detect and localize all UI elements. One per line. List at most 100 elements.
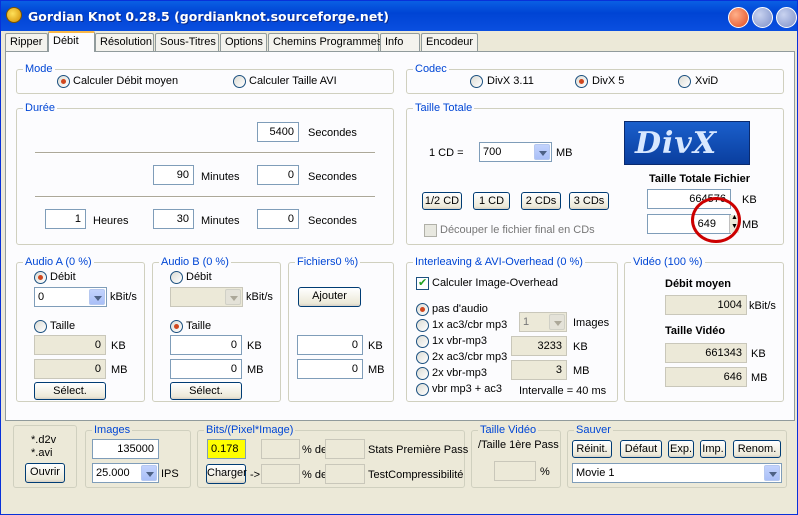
- two-vbr-mp3-radio[interactable]: [416, 367, 429, 380]
- chevron-down-icon[interactable]: [764, 465, 780, 481]
- audio-b-rate-select[interactable]: [170, 287, 243, 307]
- export-button[interactable]: Exp.: [668, 440, 694, 458]
- audio-b-select-button[interactable]: Sélect.: [170, 382, 242, 400]
- half-cd-button[interactable]: 1/2 CD: [422, 192, 462, 210]
- calc-overhead-checkbox[interactable]: [416, 276, 429, 290]
- two-vbr-mp3-label: 2x vbr-mp3: [432, 367, 488, 379]
- chevron-down-icon[interactable]: [89, 289, 105, 305]
- hours-seconds-input[interactable]: 0: [257, 209, 299, 229]
- audio-a-taille-label: Taille: [50, 320, 76, 332]
- audio-b-kb-input[interactable]: 0: [170, 335, 242, 355]
- maximize-button[interactable]: [752, 7, 773, 28]
- images-group: Images 135000 25.000 IPS: [85, 424, 191, 488]
- tab-resolution[interactable]: Résolution: [95, 33, 154, 51]
- tab-encodeur[interactable]: Encodeur: [421, 33, 478, 51]
- vbr-mp3-ac3-radio[interactable]: [416, 383, 429, 396]
- total-kb-label: KB: [742, 194, 757, 206]
- audio-a-kb-input[interactable]: 0: [34, 335, 106, 355]
- bpp-legend: Bits/(Pixel*Image): [204, 424, 296, 436]
- chevron-down-icon[interactable]: [549, 314, 565, 330]
- profile-value: Movie 1: [576, 467, 615, 479]
- fichiers-kb-input[interactable]: 0: [297, 335, 363, 355]
- charger-button[interactable]: Charger: [206, 464, 247, 484]
- pct-test-input[interactable]: [261, 464, 300, 484]
- hours-input[interactable]: 1: [45, 209, 86, 229]
- audio-a-debit-radio[interactable]: [34, 271, 47, 284]
- rename-button[interactable]: Renom.: [733, 440, 781, 458]
- vbr-mp3-radio[interactable]: [416, 335, 429, 348]
- one-cd-button[interactable]: 1 CD: [473, 192, 510, 210]
- codec-divx311-radio[interactable]: [470, 75, 483, 88]
- ac3-cbr-radio[interactable]: [416, 319, 429, 332]
- codec-xvid-radio[interactable]: [678, 75, 691, 88]
- bottom-bar: *.d2v *.avi Ouvrir Images 135000 25.000 …: [5, 423, 795, 511]
- total-seconds-input[interactable]: 5400: [257, 122, 299, 142]
- video-debit-title: Débit moyen: [665, 278, 732, 290]
- tab-ripper[interactable]: Ripper: [5, 33, 48, 51]
- chevron-down-icon[interactable]: [534, 144, 550, 160]
- hours-label: Heures: [93, 215, 129, 227]
- fichiers-mb-label: MB: [368, 364, 385, 376]
- overhead-mb-input[interactable]: 3: [511, 360, 567, 380]
- tab-options[interactable]: Options: [220, 33, 267, 51]
- tab-info[interactable]: Info: [380, 33, 420, 51]
- open-button[interactable]: Ouvrir: [25, 463, 65, 483]
- hours-minutes-input[interactable]: 30: [153, 209, 194, 229]
- three-cd-button[interactable]: 3 CDs: [569, 192, 609, 210]
- audio-b-mb-input[interactable]: 0: [170, 359, 242, 379]
- audio-b-debit-label: Débit: [186, 271, 212, 283]
- video-taille-title: Taille Vidéo: [665, 325, 726, 337]
- overhead-kb-input[interactable]: 3233: [511, 336, 567, 356]
- codec-legend: Codec: [413, 63, 449, 75]
- profile-select[interactable]: Movie 1: [572, 463, 782, 483]
- audio-a-taille-radio[interactable]: [34, 320, 47, 333]
- close-button[interactable]: [776, 7, 797, 28]
- cd-size-select[interactable]: 700: [479, 142, 552, 162]
- frames-input[interactable]: 135000: [92, 439, 159, 459]
- defaut-button[interactable]: Défaut: [620, 440, 662, 458]
- video-kb-input[interactable]: 661343: [665, 343, 747, 363]
- pct-first-input[interactable]: [261, 439, 300, 459]
- audio-a-mb-input[interactable]: 0: [34, 359, 106, 379]
- video-debit-input[interactable]: 1004: [665, 295, 747, 315]
- ac3-cbr-label: 1x ac3/cbr mp3: [432, 319, 508, 331]
- video-mb-input[interactable]: 646: [665, 367, 747, 387]
- bpp-value[interactable]: 0.178: [207, 439, 246, 459]
- two-ac3-cbr-radio[interactable]: [416, 351, 429, 364]
- interval-label: Intervalle = 40 ms: [519, 385, 607, 397]
- video-ratio-input[interactable]: [494, 461, 536, 481]
- stats-test-input[interactable]: [325, 464, 365, 484]
- codec-divx5-radio[interactable]: [575, 75, 588, 88]
- audio-a-group: Audio A (0 %) Débit 0 kBit/s Taille 0 KB…: [16, 256, 145, 402]
- audio-b-taille-radio[interactable]: [170, 320, 183, 333]
- audio-a-rate-select[interactable]: 0: [34, 287, 107, 307]
- save-group: Sauver Réinit. Défaut Exp. Imp. Renom. M…: [567, 424, 787, 488]
- audio-a-select-button[interactable]: Sélect.: [34, 382, 106, 400]
- add-file-button[interactable]: Ajouter: [298, 287, 361, 307]
- minutes-input[interactable]: 90: [153, 165, 194, 185]
- reinit-button[interactable]: Réinit.: [572, 440, 612, 458]
- mode-debit-radio[interactable]: [57, 75, 70, 88]
- stats-first-input[interactable]: [325, 439, 365, 459]
- video-group: Vidéo (100 %) Débit moyen 1004 kBit/s Ta…: [624, 256, 784, 402]
- split-cd-checkbox[interactable]: [424, 224, 437, 237]
- chevron-down-icon[interactable]: [225, 289, 241, 305]
- two-cd-button[interactable]: 2 CDs: [521, 192, 561, 210]
- fps-select[interactable]: 25.000: [92, 463, 159, 483]
- fichiers-mb-input[interactable]: 0: [297, 359, 363, 379]
- images-select[interactable]: 1: [519, 312, 567, 332]
- tab-debit[interactable]: Débit: [48, 31, 95, 52]
- cd-size-value: 700: [483, 146, 502, 158]
- tab-chemins-programmes[interactable]: Chemins Programmes: [268, 33, 382, 51]
- tab-sous-titres[interactable]: Sous-Titres: [155, 33, 219, 51]
- audio-b-mb-label: MB: [247, 364, 264, 376]
- minimize-button[interactable]: [728, 7, 749, 28]
- mode-taille-label: Calculer Taille AVI: [249, 75, 337, 87]
- chevron-down-icon[interactable]: [141, 465, 157, 481]
- no-audio-radio[interactable]: [416, 303, 429, 316]
- audio-b-debit-radio[interactable]: [170, 271, 183, 284]
- title-bar[interactable]: Gordian Knot 0.28.5 (gordianknot.sourcef…: [1, 1, 797, 31]
- minutes-seconds-input[interactable]: 0: [257, 165, 299, 185]
- import-button[interactable]: Imp.: [700, 440, 726, 458]
- mode-taille-radio[interactable]: [233, 75, 246, 88]
